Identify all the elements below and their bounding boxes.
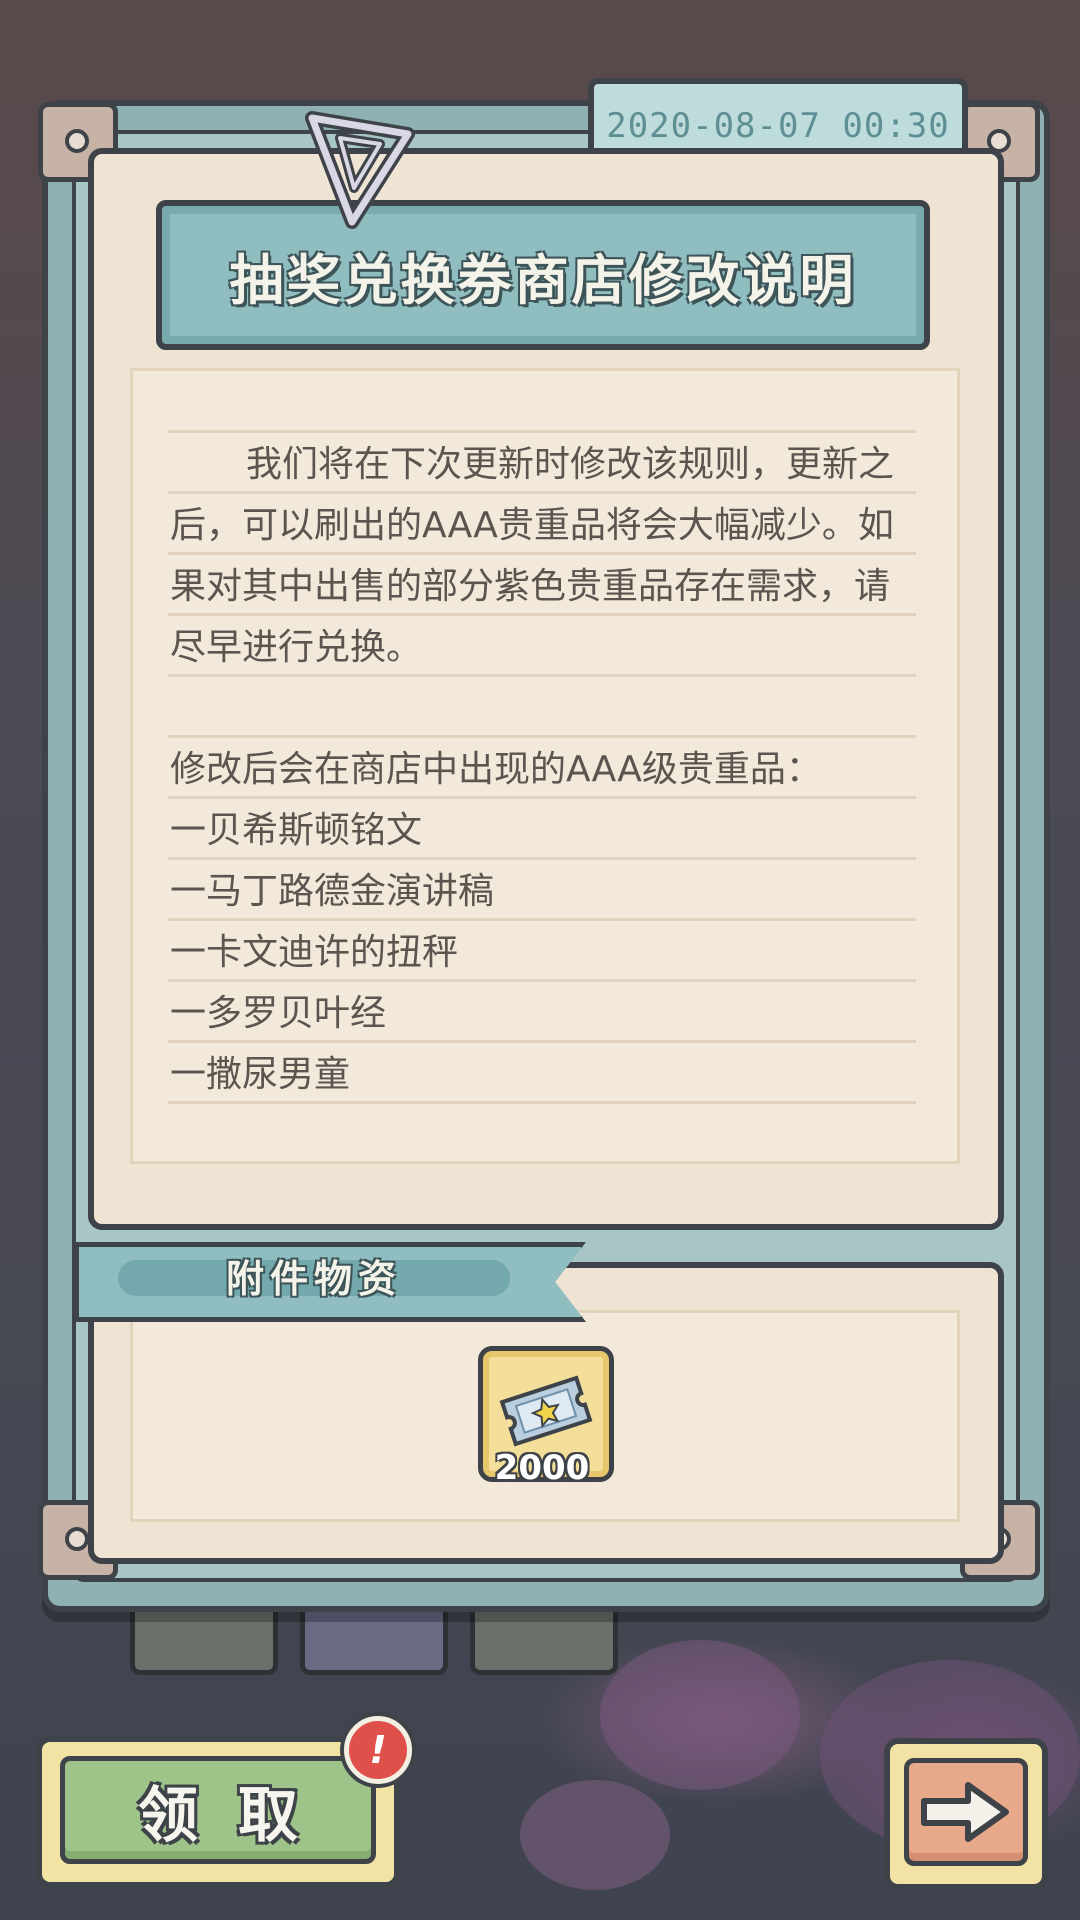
attachment-item-count: 2000 (494, 1448, 590, 1488)
paperclip-icon (305, 111, 415, 229)
body-line: 果对其中出售的部分紫色贵重品存在需求，请 (170, 566, 891, 607)
list-item: 一多罗贝叶经 (170, 993, 387, 1034)
body-line: 我们将在下次更新时修改该规则，更新之 (246, 444, 895, 485)
list-item: 一贝希斯顿铭文 (170, 810, 423, 851)
next-mail-button[interactable] (884, 1738, 1048, 1890)
list-item: 一撒尿男童 (170, 1054, 351, 1095)
mail-body: 我们将在下次更新时修改该规则，更新之 后，可以刷出的AAA贵重品将会大幅减少。如… (170, 434, 920, 1105)
list-heading: 修改后会在商店中出现的AAA级贵重品： (170, 749, 822, 790)
lottery-ticket-icon (499, 1375, 593, 1447)
next-mail-button-face[interactable] (904, 1758, 1028, 1866)
arrow-right-icon (921, 1782, 1009, 1842)
body-line: 后，可以刷出的AAA贵重品将会大幅减少。如 (170, 505, 894, 546)
ruled-line (168, 430, 916, 433)
claim-button-label: 领取 (138, 1780, 338, 1851)
body-line: 尽早进行兑换。 (170, 627, 423, 668)
mushroom-decoration (520, 1780, 670, 1890)
list-item: 一卡文迪许的扭秤 (170, 932, 459, 973)
mushroom-decoration (600, 1640, 800, 1790)
attachments-label: 附件物资 (226, 1257, 403, 1301)
mail-title: 抽奖兑换券商店修改说明 (229, 248, 857, 312)
list-item: 一马丁路德金演讲稿 (170, 871, 495, 912)
mail-title-banner: 抽奖兑换券商店修改说明 (156, 200, 930, 350)
claim-button-face[interactable]: 领取 (60, 1756, 376, 1864)
alert-badge-icon: ! (344, 1716, 412, 1784)
